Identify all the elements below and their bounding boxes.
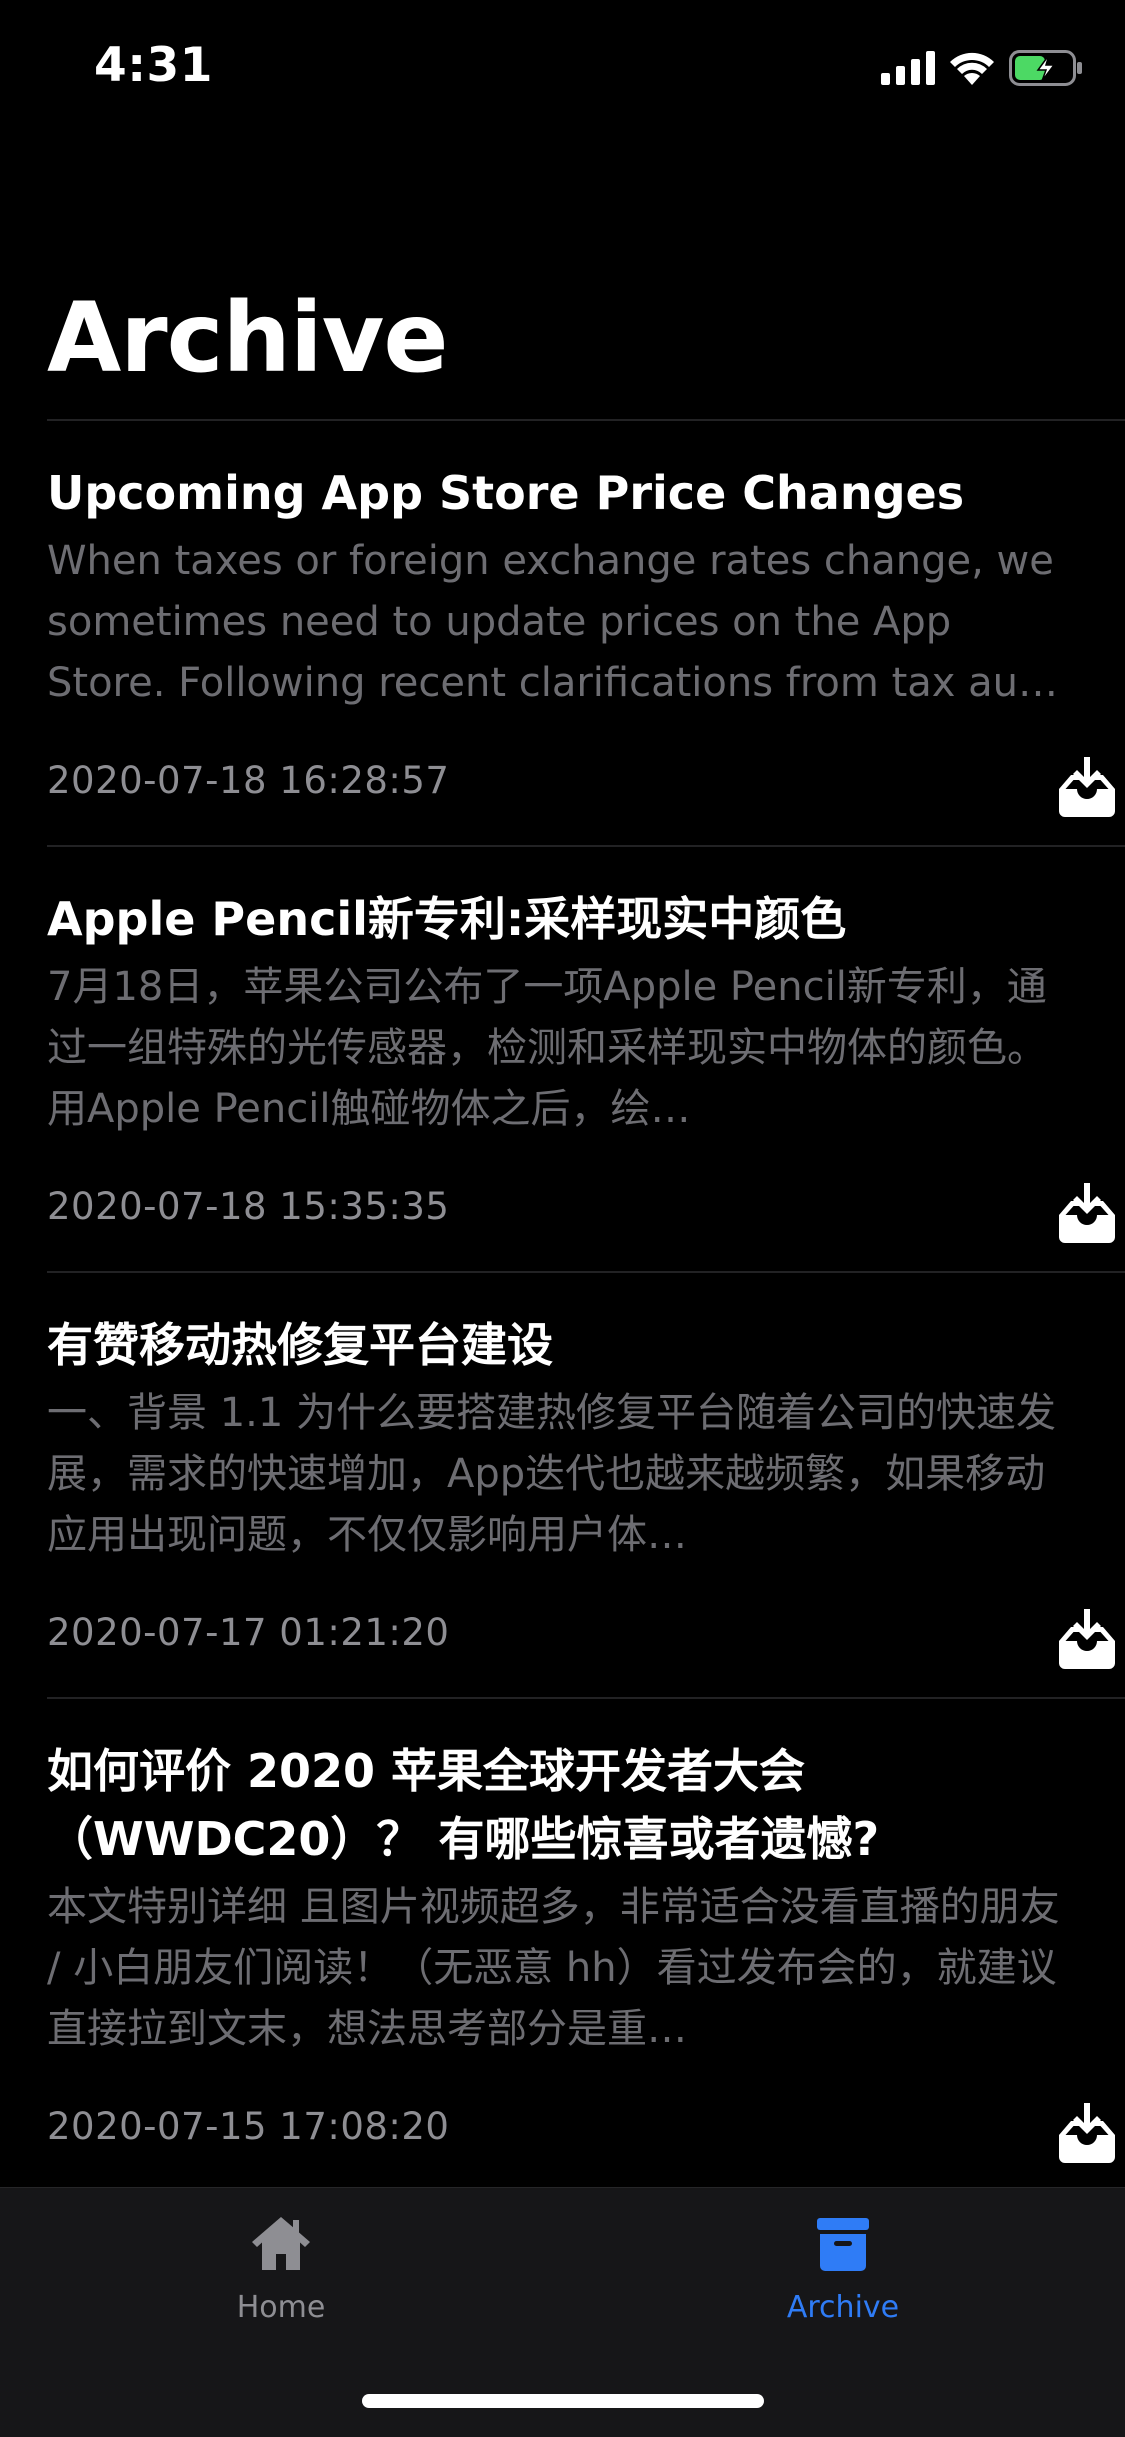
- article-date: 2020-07-17 01:21:20: [47, 1611, 450, 1654]
- article-summary: 一、背景 1.1 为什么要搭建热修复平台随着公司的快速发展，需求的快速增加，Ap…: [47, 1390, 1057, 1558]
- article-title: Upcoming App Store Price Changes: [47, 466, 965, 520]
- download-tray-icon[interactable]: [1055, 1181, 1119, 1245]
- battery-charging-icon: [1009, 50, 1082, 86]
- article-title: 如何评价 2020 苹果全球开发者大会（WWDC20）？ 有哪些惊喜或者遗憾?: [47, 1744, 880, 1866]
- tab-label: Home: [236, 2290, 326, 2325]
- download-tray-icon[interactable]: [1055, 2101, 1119, 2165]
- list-item[interactable]: 如何评价 2020 苹果全球开发者大会（WWDC20）？ 有哪些惊喜或者遗憾? …: [47, 1697, 1125, 2191]
- article-summary: When taxes or foreign exchange rates cha…: [47, 538, 1059, 706]
- wifi-icon: [950, 52, 994, 85]
- article-title: 有赞移动热修复平台建设: [47, 1318, 553, 1372]
- download-tray-icon[interactable]: [1055, 755, 1119, 819]
- tab-label: Archive: [786, 2290, 900, 2325]
- status-bar: 4:31: [0, 0, 1125, 132]
- article-summary: 本文特别详细 且图片视频超多，非常适合没看直播的朋友 / 小白朋友们阅读！（无恶…: [47, 1884, 1060, 2052]
- house-icon: [252, 2217, 310, 2270]
- list-item[interactable]: Upcoming App Store Price Changes When ta…: [47, 419, 1125, 845]
- list-item[interactable]: Apple Pencil新专利:采样现实中颜色 7月18日，苹果公司公布了一项A…: [47, 845, 1125, 1271]
- article-date: 2020-07-15 17:08:20: [47, 2105, 450, 2148]
- article-list: Upcoming App Store Price Changes When ta…: [0, 419, 1125, 2191]
- article-date: 2020-07-18 16:28:57: [47, 759, 450, 802]
- home-indicator[interactable]: [362, 2394, 764, 2408]
- list-item[interactable]: 有赞移动热修复平台建设 一、背景 1.1 为什么要搭建热修复平台随着公司的快速发…: [47, 1271, 1125, 1697]
- tab-home[interactable]: Home: [181, 2214, 381, 2325]
- article-title: Apple Pencil新专利:采样现实中颜色: [47, 892, 847, 946]
- status-time: 4:31: [94, 38, 213, 93]
- article-summary: 7月18日，苹果公司公布了一项Apple Pencil新专利，通过一组特殊的光传…: [47, 964, 1047, 1132]
- tab-archive[interactable]: Archive: [743, 2214, 943, 2325]
- archivebox-icon: [817, 2218, 869, 2271]
- download-tray-icon[interactable]: [1055, 1607, 1119, 1671]
- page-title: Archive: [47, 282, 448, 394]
- cellular-signal-icon: [881, 51, 935, 85]
- article-date: 2020-07-18 15:35:35: [47, 1185, 450, 1228]
- status-icons: [881, 50, 1083, 86]
